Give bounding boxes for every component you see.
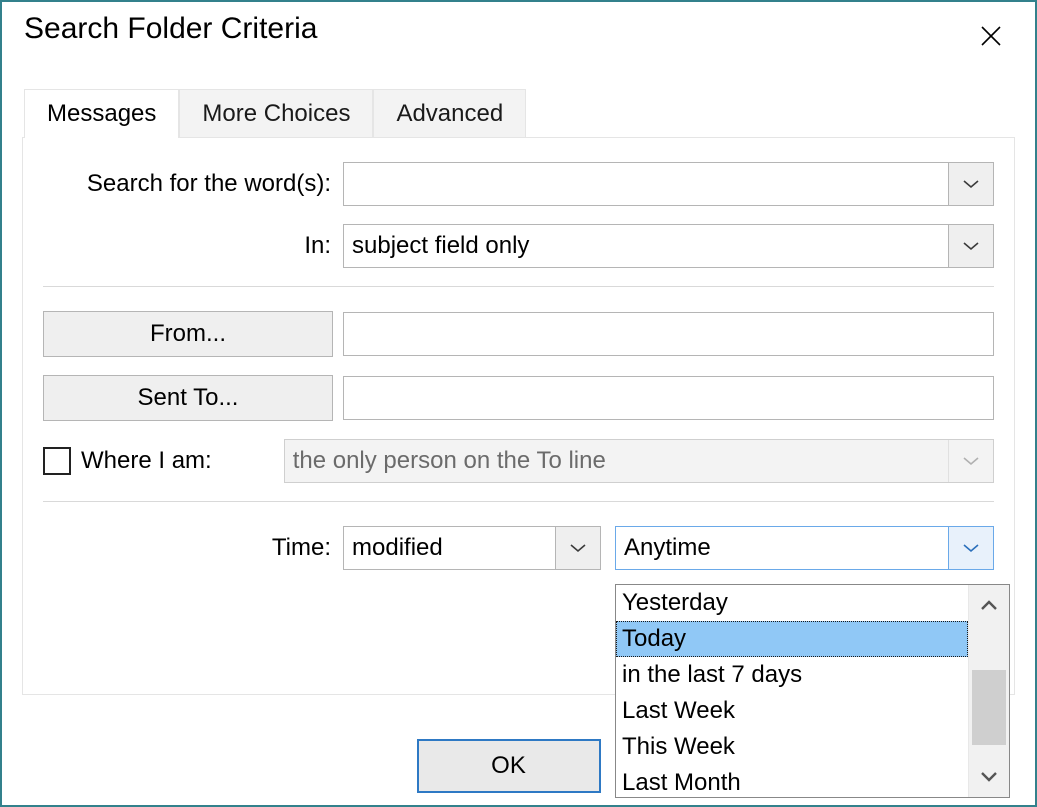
search-words-dropdown-button[interactable]	[948, 163, 993, 205]
in-label: In:	[43, 232, 343, 260]
scroll-up-button[interactable]	[969, 585, 1009, 625]
tabstrip: Messages More Choices Advanced	[24, 88, 1035, 137]
where-i-am-value: the only person on the To line	[285, 440, 948, 482]
dropdown-item[interactable]: in the last 7 days	[616, 657, 968, 693]
scroll-track[interactable]	[969, 625, 1009, 757]
where-i-am-combo: the only person on the To line	[284, 439, 994, 483]
tab-more-choices[interactable]: More Choices	[179, 89, 373, 138]
time-range-value: Anytime	[616, 527, 948, 569]
where-i-am-label: Where I am:	[81, 447, 212, 475]
search-words-label: Search for the word(s):	[43, 170, 343, 198]
time-type-combo[interactable]: modified	[343, 526, 601, 570]
separator	[43, 286, 994, 287]
titlebar: Search Folder Criteria	[2, 2, 1035, 68]
ok-button[interactable]: OK	[417, 739, 601, 793]
search-words-combo[interactable]	[343, 162, 994, 206]
chevron-down-icon	[570, 543, 586, 553]
in-dropdown-button[interactable]	[948, 225, 993, 267]
sent-to-button[interactable]: Sent To...	[43, 375, 333, 421]
dialog-window: Search Folder Criteria Messages More Cho…	[0, 0, 1037, 807]
close-icon	[981, 26, 1001, 46]
from-button[interactable]: From...	[43, 311, 333, 357]
sent-to-field[interactable]	[343, 376, 994, 420]
tab-messages[interactable]: Messages	[24, 89, 179, 138]
time-label: Time:	[43, 534, 343, 562]
dropdown-item[interactable]: Last Week	[616, 693, 968, 729]
chevron-up-icon	[980, 599, 998, 611]
tab-advanced[interactable]: Advanced	[373, 89, 526, 138]
chevron-down-icon	[963, 179, 979, 189]
scroll-thumb[interactable]	[972, 670, 1006, 745]
time-type-dropdown-button[interactable]	[555, 527, 600, 569]
chevron-down-icon	[963, 543, 979, 553]
dialog-footer: OK	[2, 739, 1035, 793]
in-value: subject field only	[344, 225, 948, 267]
from-field[interactable]	[343, 312, 994, 356]
dropdown-item[interactable]: Yesterday	[616, 585, 968, 621]
in-combo[interactable]: subject field only	[343, 224, 994, 268]
chevron-down-icon	[963, 456, 979, 466]
dropdown-item[interactable]: Today	[616, 621, 968, 657]
where-i-am-checkbox[interactable]	[43, 447, 71, 475]
time-type-value: modified	[344, 527, 555, 569]
dialog-title: Search Folder Criteria	[24, 12, 317, 46]
separator	[43, 501, 994, 502]
time-range-combo[interactable]: Anytime	[615, 526, 994, 570]
time-range-dropdown-button[interactable]	[948, 527, 993, 569]
search-words-value[interactable]	[344, 163, 948, 205]
where-i-am-dropdown-button	[948, 440, 993, 482]
close-button[interactable]	[973, 18, 1009, 54]
chevron-down-icon	[963, 241, 979, 251]
